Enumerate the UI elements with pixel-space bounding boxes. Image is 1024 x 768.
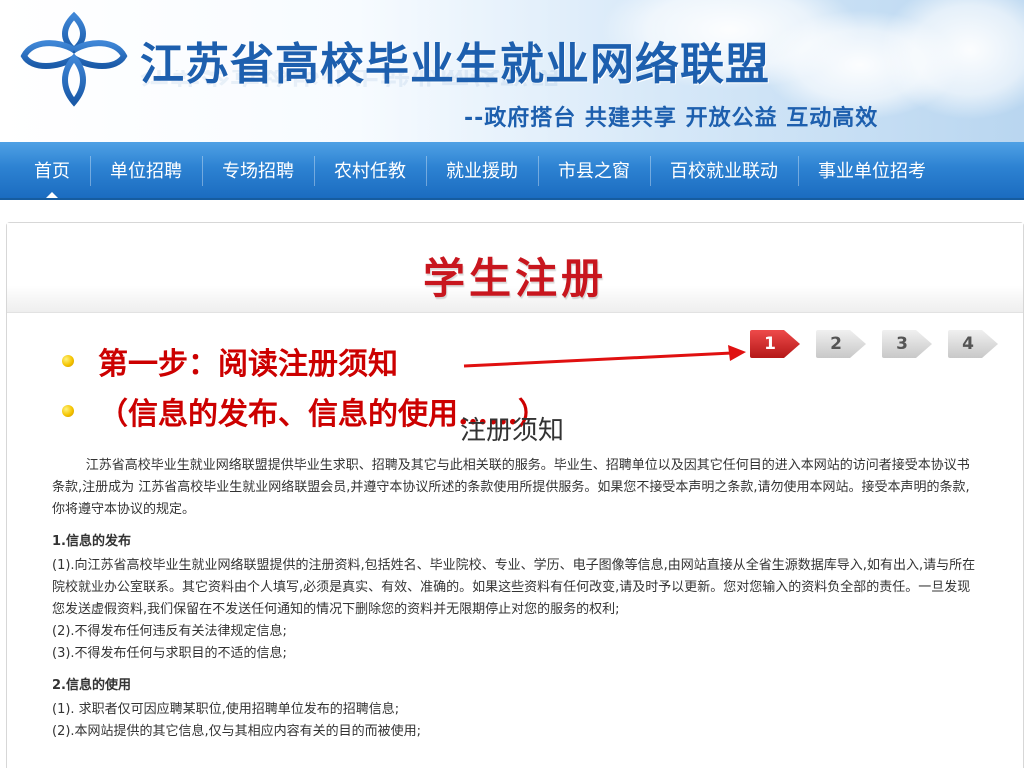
nav-item-school-linkage[interactable]: 百校就业联动 (650, 142, 798, 198)
site-title-reflection: 江苏省高校毕业生就业网络联盟 (140, 70, 560, 88)
step-2-label: 2 (830, 334, 842, 354)
nav-list: 首页 单位招聘 专场招聘 农村任教 就业援助 市县之窗 百校就业联动 事业单位招… (0, 142, 1024, 198)
nav-item-rural-teaching[interactable]: 农村任教 (314, 142, 426, 198)
notice-title: 注册须知 (459, 416, 564, 446)
step-2[interactable]: 2 (814, 328, 868, 360)
bullet-dot-icon (62, 355, 74, 367)
nav-item-city-window[interactable]: 市县之窗 (538, 142, 650, 198)
step-3-label: 3 (896, 334, 908, 354)
nav-item-employment-aid[interactable]: 就业援助 (426, 142, 538, 198)
nav-item-public-exam[interactable]: 事业单位招考 (798, 142, 946, 198)
panel-header: 学生注册 (7, 223, 1023, 313)
step-4-label: 4 (962, 334, 974, 354)
step-1-label: 1 (764, 334, 776, 354)
notice-item: (2).不得发布任何违反有关法律规定信息; (52, 624, 287, 639)
site-slogan: --政府搭台 共建共享 开放公益 互动高效 (464, 106, 879, 131)
notice-section-title: 2.信息的使用 (52, 678, 131, 693)
nav-item-home[interactable]: 首页 (14, 142, 90, 198)
notice-item: (3).不得发布任何与求职目的不适的信息; (52, 646, 287, 661)
step-4[interactable]: 4 (946, 328, 1000, 360)
nav-item-company-recruitment[interactable]: 单位招聘 (90, 142, 202, 198)
notice-item: (2).本网站提供的其它信息,仅与其相应内容有关的目的而被使用; (52, 724, 422, 739)
annotation-step1-text: 第一步：阅读注册须知 (98, 347, 398, 382)
header-banner: 江苏省高校毕业生就业网络联盟 江苏省高校毕业生就业网络联盟 --政府搭台 共建共… (0, 0, 1024, 142)
nav-item-special-recruitment[interactable]: 专场招聘 (202, 142, 314, 198)
notice-body: 江苏省高校毕业生就业网络联盟提供毕业生求职、招聘及其它与此相关联的服务。毕业生、… (52, 455, 982, 743)
main-nav: 首页 单位招聘 专场招聘 农村任教 就业援助 市县之窗 百校就业联动 事业单位招… (0, 142, 1024, 200)
notice-item: (1).向江苏省高校毕业生就业网络联盟提供的注册资料,包括姓名、毕业院校、专业、… (52, 558, 976, 617)
page-title: 学生注册 (422, 254, 607, 303)
step-progress: 1 2 3 4 (748, 328, 1002, 360)
notice-section-title: 1.信息的发布 (52, 534, 131, 549)
notice-item: (1). 求职者仅可因应聘某职位,使用招聘单位发布的招聘信息; (52, 702, 400, 717)
notice-intro: 江苏省高校毕业生就业网络联盟提供毕业生求职、招聘及其它与此相关联的服务。毕业生、… (52, 458, 970, 517)
step-3[interactable]: 3 (880, 328, 934, 360)
step-1[interactable]: 1 (748, 328, 802, 360)
pointer-arrow-icon (463, 345, 746, 368)
alliance-logo-icon[interactable] (18, 10, 130, 130)
